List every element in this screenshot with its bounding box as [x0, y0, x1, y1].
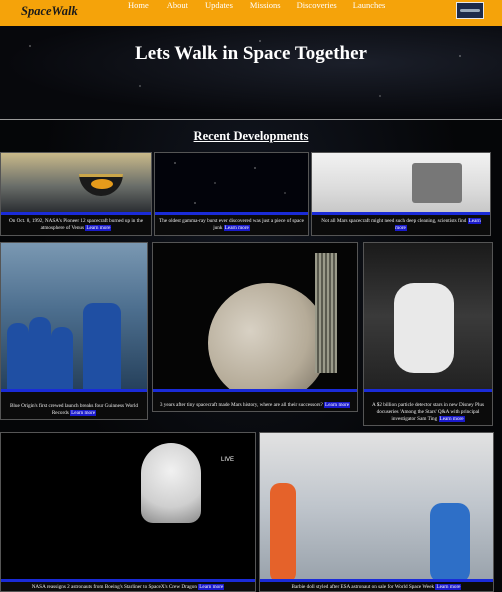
- news-image[interactable]: [312, 153, 490, 212]
- nav-updates[interactable]: Updates: [200, 0, 238, 14]
- news-image[interactable]: [155, 153, 308, 212]
- nav-discoveries[interactable]: Discoveries: [292, 0, 342, 14]
- hero-title: Lets Walk in Space Together: [135, 43, 367, 64]
- news-card: Barbie doll styled after ESA astronaut o…: [259, 432, 494, 592]
- news-caption: 3 years after tiny spacecraft made Mars …: [159, 402, 323, 408]
- news-image[interactable]: [364, 243, 492, 389]
- news-caption: Not all Mars spacecraft might need such …: [321, 218, 467, 224]
- nav-missions[interactable]: Missions: [245, 0, 286, 14]
- hero-banner: [0, 26, 502, 119]
- learn-more-link[interactable]: Learn more: [198, 584, 225, 590]
- news-image[interactable]: [1, 243, 147, 389]
- news-caption: NASA reassigns 2 astronauts from Boeing'…: [31, 584, 197, 590]
- news-card: Blue Origin's first crewed launch breaks…: [0, 242, 148, 420]
- brand-logo[interactable]: SpaceWalk: [21, 4, 78, 19]
- navbar: SpaceWalk Home About Updates Missions Di…: [0, 0, 502, 26]
- nav-home[interactable]: Home: [123, 0, 154, 14]
- news-card: Not all Mars spacecraft might need such …: [311, 152, 491, 236]
- news-image[interactable]: [1, 153, 151, 212]
- learn-more-link[interactable]: Learn more: [324, 402, 351, 408]
- news-card: 3 years after tiny spacecraft made Mars …: [152, 242, 358, 412]
- section-title: Recent Developments: [193, 129, 309, 143]
- news-caption: A $2 billion particle detector stars in …: [372, 402, 484, 422]
- nav-links: Home About Updates Missions Discoveries …: [117, 0, 390, 14]
- nav-launches[interactable]: Launches: [348, 0, 391, 14]
- learn-more-link[interactable]: Learn more: [223, 225, 250, 231]
- learn-more-link[interactable]: Learn more: [438, 416, 465, 422]
- news-card: On Oct. 8, 1992, NASA's Pioneer 12 space…: [0, 152, 152, 236]
- news-image[interactable]: [153, 243, 357, 389]
- news-card: LIVE NASA reassigns 2 astronauts from Bo…: [0, 432, 256, 592]
- news-image[interactable]: LIVE: [1, 433, 255, 579]
- learn-more-link[interactable]: Learn more: [435, 584, 462, 590]
- mission-patch-icon[interactable]: [456, 2, 484, 19]
- news-card: A $2 billion particle detector stars in …: [363, 242, 493, 426]
- learn-more-link[interactable]: Learn more: [85, 225, 112, 231]
- learn-more-link[interactable]: Learn more: [70, 410, 97, 416]
- news-caption: Barbie doll styled after ESA astronaut o…: [291, 584, 435, 590]
- news-image[interactable]: [260, 433, 493, 579]
- nasa-live-badge: LIVE: [221, 457, 235, 463]
- news-card: The oldest gamma-ray burst ever discover…: [154, 152, 309, 236]
- news-caption: On Oct. 8, 1992, NASA's Pioneer 12 space…: [8, 218, 144, 231]
- nav-about[interactable]: About: [162, 0, 193, 14]
